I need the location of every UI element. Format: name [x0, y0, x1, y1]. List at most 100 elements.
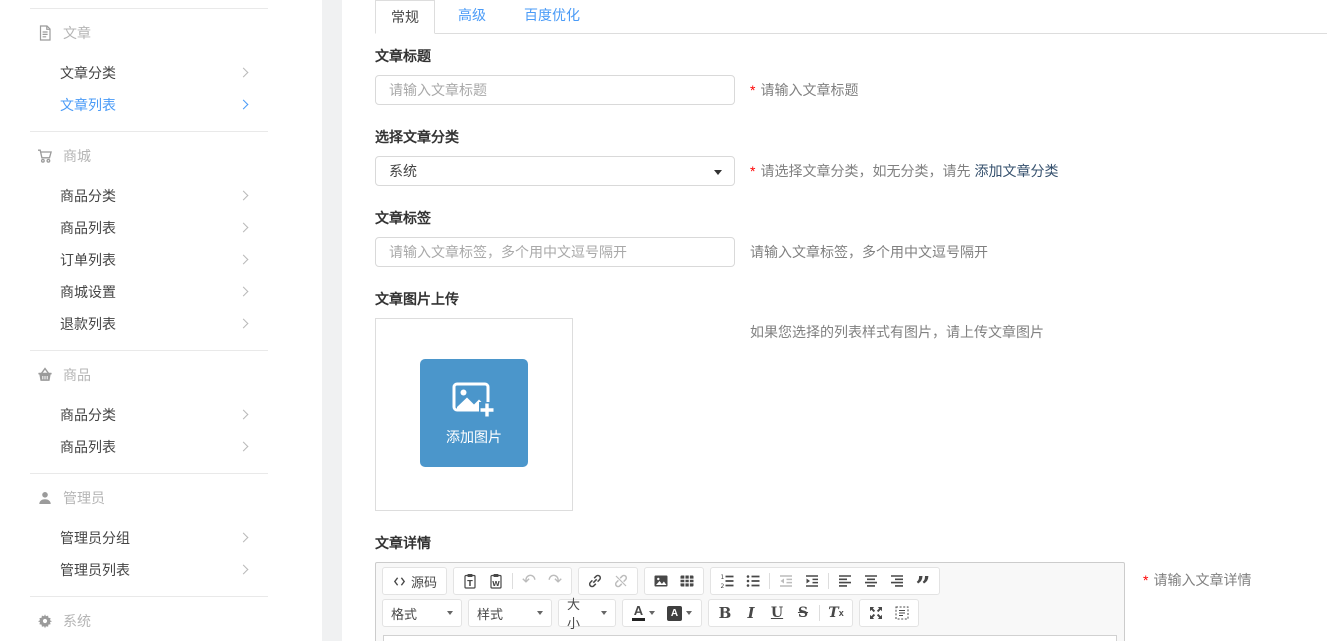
- sidebar-header-system[interactable]: 系统: [0, 597, 322, 641]
- add-category-link[interactable]: 添加文章分类: [974, 163, 1058, 179]
- mall-cart-icon: [37, 148, 53, 164]
- svg-text:1: 1: [721, 574, 725, 581]
- paste-text-button[interactable]: T: [457, 569, 483, 593]
- sidebar-item-mall-settings[interactable]: 商城设置: [0, 276, 322, 308]
- sidebar-item-product-categories[interactable]: 商品分类: [0, 180, 322, 212]
- sidebar-header-label: 商城: [63, 146, 91, 166]
- unlink-icon: [613, 573, 629, 589]
- chevron-right-icon: [239, 223, 249, 233]
- sidebar: 文章 文章分类 文章列表 商城 商品分类 商品列表 订单列表 商城设置 退款列: [0, 0, 322, 641]
- remove-format-button[interactable]: [823, 601, 849, 625]
- font-size-dropdown[interactable]: 大小: [558, 599, 616, 627]
- sidebar-header-article[interactable]: 文章: [0, 9, 322, 57]
- sidebar-header-goods[interactable]: 商品: [0, 351, 322, 399]
- sidebar-header-admin[interactable]: 管理员: [0, 474, 322, 522]
- article-icon: [37, 25, 53, 41]
- editor-content-area[interactable]: [383, 635, 1117, 641]
- image-plus-icon: [451, 380, 497, 422]
- tab-seo[interactable]: 百度优化: [509, 0, 595, 33]
- sidebar-item-goods-categories[interactable]: 商品分类: [0, 399, 322, 431]
- text-color-icon: [632, 605, 645, 621]
- dropdown-caret-icon: [649, 611, 655, 615]
- maximize-icon: [868, 605, 884, 621]
- form-group-image: 文章图片上传 添加图片: [375, 291, 1327, 511]
- source-button[interactable]: 源码: [386, 569, 443, 593]
- text-color-button[interactable]: [626, 601, 661, 625]
- link-icon: [587, 573, 603, 589]
- tags-input[interactable]: [375, 237, 735, 267]
- underline-button[interactable]: [764, 601, 790, 625]
- toolbar-separator: [512, 573, 513, 589]
- select-caret-icon: [714, 170, 722, 175]
- category-hint: *请选择文章分类，如无分类，请先添加文章分类: [750, 161, 1058, 181]
- maximize-button[interactable]: [863, 601, 889, 625]
- svg-text:W: W: [492, 580, 500, 588]
- insert-image-button[interactable]: [648, 569, 674, 593]
- sidebar-item-article-list[interactable]: 文章列表: [0, 89, 322, 121]
- link-button[interactable]: [582, 569, 608, 593]
- background-color-button[interactable]: [661, 601, 698, 625]
- system-gear-icon: [37, 613, 53, 629]
- sidebar-header-label: 商品: [63, 365, 91, 385]
- image-icon: [653, 573, 669, 589]
- italic-button[interactable]: [738, 601, 764, 625]
- sidebar-header-mall[interactable]: 商城: [0, 132, 322, 180]
- chevron-right-icon: [239, 565, 249, 575]
- bulleted-list-button[interactable]: [740, 569, 766, 593]
- add-image-button-label: 添加图片: [446, 427, 502, 447]
- show-blocks-button[interactable]: [889, 601, 915, 625]
- image-upload-dropzone: 添加图片: [375, 318, 573, 511]
- bold-button[interactable]: [712, 601, 738, 625]
- numbered-list-button[interactable]: 12: [714, 569, 740, 593]
- add-image-button[interactable]: 添加图片: [420, 359, 528, 467]
- sidebar-item-goods-list[interactable]: 商品列表: [0, 431, 322, 463]
- align-right-button[interactable]: [884, 569, 910, 593]
- sidebar-item-article-categories[interactable]: 文章分类: [0, 57, 322, 89]
- tags-label: 文章标签: [375, 210, 1327, 226]
- chevron-right-icon: [239, 442, 249, 452]
- tab-advanced[interactable]: 高级: [443, 0, 501, 33]
- outdent-button[interactable]: [773, 569, 799, 593]
- toolbar-separator: [769, 573, 770, 589]
- tab-general[interactable]: 常规: [375, 0, 435, 34]
- sidebar-header-label: 文章: [63, 23, 91, 43]
- image-hint: 如果您选择的列表样式有图片，请上传文章图片: [750, 322, 1044, 342]
- title-input[interactable]: [375, 75, 735, 105]
- strikethrough-button[interactable]: [790, 601, 816, 625]
- title-hint: *请输入文章标题: [750, 80, 858, 100]
- category-select[interactable]: 系统: [375, 156, 735, 186]
- show-blocks-icon: [894, 605, 910, 621]
- format-dropdown[interactable]: 格式: [382, 599, 462, 627]
- sidebar-header-label: 管理员: [63, 488, 105, 508]
- sidebar-section-mall: 商城 商品分类 商品列表 订单列表 商城设置 退款列表: [0, 132, 322, 350]
- sidebar-item-order-list[interactable]: 订单列表: [0, 244, 322, 276]
- numbered-list-icon: 12: [719, 573, 735, 589]
- align-left-button[interactable]: [832, 569, 858, 593]
- indent-button[interactable]: [799, 569, 825, 593]
- redo-icon[interactable]: [542, 569, 568, 593]
- paste-word-button[interactable]: W: [483, 569, 509, 593]
- dropdown-caret-icon: [601, 611, 607, 615]
- title-label: 文章标题: [375, 48, 1327, 64]
- sidebar-item-refund-list[interactable]: 退款列表: [0, 308, 322, 340]
- blockquote-button[interactable]: [910, 569, 936, 593]
- unlink-button[interactable]: [608, 569, 634, 593]
- main-panel: 常规 高级 百度优化 文章标题 *请输入文章标题 选择文章分类 系统: [342, 0, 1327, 641]
- category-label: 选择文章分类: [375, 129, 1327, 145]
- sidebar-section-goods: 商品 商品分类 商品列表: [0, 351, 322, 473]
- align-right-icon: [889, 573, 905, 589]
- insert-table-button[interactable]: [674, 569, 700, 593]
- undo-icon[interactable]: [516, 569, 542, 593]
- background-color-icon: [667, 606, 682, 621]
- dropdown-caret-icon: [447, 611, 453, 615]
- tab-bar: 常规 高级 百度优化: [375, 0, 1327, 34]
- sidebar-section-article: 文章 文章分类 文章列表: [0, 9, 322, 131]
- styles-dropdown[interactable]: 样式: [468, 599, 552, 627]
- chevron-right-icon: [239, 255, 249, 265]
- sidebar-item-admin-list[interactable]: 管理员列表: [0, 554, 322, 586]
- sidebar-item-product-list[interactable]: 商品列表: [0, 212, 322, 244]
- required-asterisk: *: [750, 82, 755, 98]
- align-center-button[interactable]: [858, 569, 884, 593]
- sidebar-item-admin-groups[interactable]: 管理员分组: [0, 522, 322, 554]
- detail-hint: *请输入文章详情: [1143, 570, 1251, 590]
